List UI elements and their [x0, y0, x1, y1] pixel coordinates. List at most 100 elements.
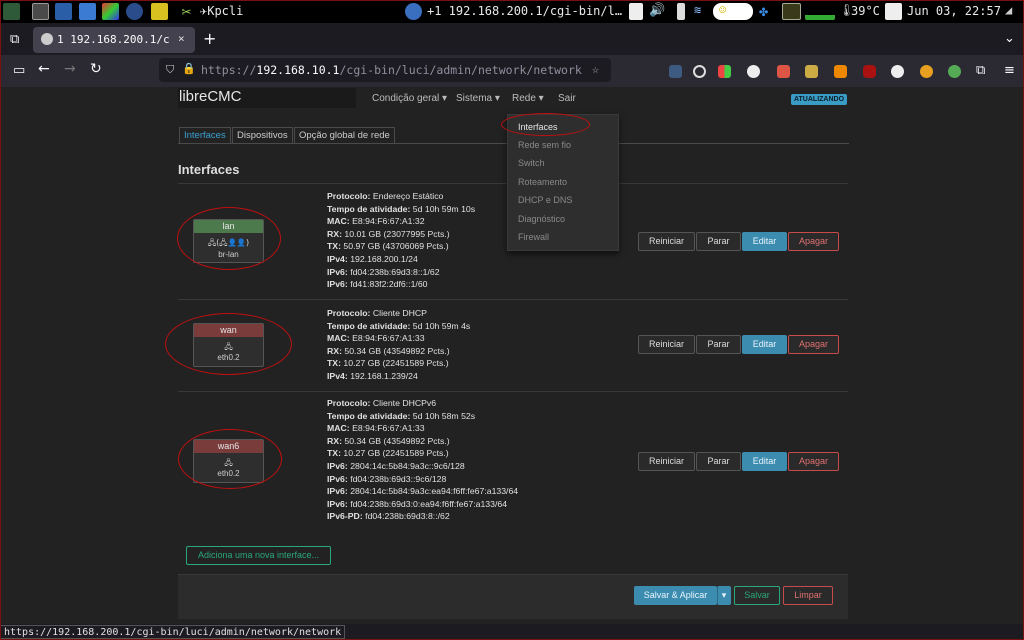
monitor-graph-icon[interactable] [782, 3, 801, 20]
app-menu-icon[interactable]: ≡ [1004, 64, 1015, 77]
brand-logo[interactable]: libreCMC [178, 88, 356, 108]
restart-button-lan[interactable]: Reiniciar [638, 232, 695, 251]
extension-7-icon[interactable] [920, 65, 933, 78]
smiley-icon[interactable]: ☺ [719, 3, 726, 17]
delete-button-wan6[interactable]: Apagar [788, 452, 839, 471]
tab-devices[interactable]: Dispositivos [232, 127, 293, 144]
interface-info-wan6: Protocolo: Cliente DHCPv6 Tempo de ativi… [327, 397, 518, 523]
favicon-icon [41, 33, 53, 45]
extensions-puzzle-icon[interactable]: ⧉ [976, 64, 985, 77]
ublock-icon[interactable] [863, 65, 876, 78]
annotation-circle [501, 113, 590, 136]
sidebar-toggle-icon[interactable]: ▭ [13, 64, 25, 77]
luci-page: libreCMC Condição geral ▾ Sistema ▾ Rede… [1, 87, 1023, 624]
active-window-title[interactable]: +1 192.168.200.1/cgi-bin/l… [427, 4, 622, 18]
save-button[interactable]: Salvar [734, 586, 780, 605]
app-label[interactable]: ✈Kpcli [200, 4, 243, 18]
menu-system[interactable]: Sistema ▾ [456, 93, 500, 104]
restart-button-wan6[interactable]: Reiniciar [638, 452, 695, 471]
url-text[interactable]: https://192.168.10.1/cgi-bin/luci/admin/… [201, 63, 582, 77]
save-apply-dropdown-button[interactable]: ▾ [717, 586, 731, 605]
color-app-icon[interactable] [102, 3, 119, 20]
new-tab-button[interactable]: + [203, 31, 216, 47]
home-icon[interactable] [32, 3, 49, 20]
tab-title: 1 192.168.200.1/cgi-b [57, 33, 169, 46]
delete-button-wan[interactable]: Apagar [788, 335, 839, 354]
info-ipv6: IPv6: fd04:238b:69d3:0:ea94:f6ff:fe67:a1… [327, 498, 508, 509]
url-prefix: https:// [201, 63, 257, 77]
reset-button[interactable]: Limpar [783, 586, 833, 605]
extension-8-icon[interactable] [948, 65, 961, 78]
parking-icon[interactable] [629, 3, 643, 20]
bookmark-star-icon[interactable]: ☆ [592, 62, 599, 76]
wifi-icon[interactable]: ≋ [694, 3, 701, 17]
network-app-icon[interactable] [79, 3, 96, 20]
info-tx: TX: 10.27 GB (22451589 Pcts.) [327, 358, 449, 369]
edit-button-wan[interactable]: Editar [742, 335, 787, 354]
forward-icon[interactable]: → [64, 62, 76, 76]
tab-global-options[interactable]: Opção global de rede [294, 127, 395, 144]
shield-icon[interactable]: ⛉ [166, 63, 174, 77]
info-ipv6: IPv6: 2804:14c:5b84:9a3c::9c6/128 [327, 460, 465, 471]
restart-button-wan[interactable]: Reiniciar [638, 335, 695, 354]
info-ipv6: IPv6: 2804:14c:5b84:9a3c:ea94:f6ff:fe67:… [327, 486, 519, 497]
temperature-readout: 39°C [851, 4, 880, 18]
menu-logout[interactable]: Sair [558, 93, 576, 104]
tab-overview-icon[interactable]: ⧉ [10, 33, 19, 46]
volume-icon[interactable]: 🔊 [649, 3, 665, 18]
close-tab-icon[interactable]: × [178, 32, 185, 45]
extension-2-icon[interactable] [718, 65, 731, 78]
edit-button-wan6[interactable]: Editar [742, 452, 787, 471]
menu-item-routing[interactable]: Roteamento [518, 177, 567, 187]
add-interface-button[interactable]: Adiciona uma nova interface... [186, 546, 331, 565]
address-bar[interactable]: ⛉ 🔒 https://192.168.10.1/cgi-bin/luci/ad… [159, 58, 611, 82]
workspace-icon[interactable] [3, 3, 20, 20]
compass-icon[interactable] [55, 3, 72, 20]
extension-6-icon[interactable] [891, 65, 904, 78]
menu-item-diagnostics[interactable]: Diagnóstico [518, 214, 565, 224]
info-ipv4: IPv4: 192.168.1.239/24 [327, 370, 418, 381]
menu-item-switch[interactable]: Switch [518, 158, 545, 168]
menu-item-dhcp-dns[interactable]: DHCP e DNS [518, 195, 572, 205]
people-icon[interactable] [126, 3, 143, 20]
info-mac: MAC: E8:94:F6:67:A1:33 [327, 333, 425, 344]
info-protocol: Protocolo: Cliente DHCPv6 [327, 398, 437, 408]
stop-button-wan[interactable]: Parar [696, 335, 741, 354]
usb-icon[interactable] [677, 3, 685, 20]
back-icon[interactable]: ← [38, 62, 50, 76]
tab-interfaces[interactable]: Interfaces [179, 127, 231, 144]
browser-nav-bar: ▭ ← → ↻ ⛉ 🔒 https://192.168.10.1/cgi-bin… [1, 55, 1023, 87]
delete-button-lan[interactable]: Apagar [788, 232, 839, 251]
clock[interactable]: Jun 03, 22:57 [907, 4, 1001, 18]
extension-5-icon[interactable] [834, 65, 847, 78]
lock-icon[interactable]: 🔒 [182, 62, 196, 75]
s-extension-icon[interactable] [747, 65, 760, 78]
tools-icon[interactable]: ✂ [178, 3, 195, 20]
extension-4-icon[interactable] [805, 65, 818, 78]
calendar-icon[interactable] [885, 3, 902, 20]
info-protocol: Protocolo: Cliente DHCP [327, 308, 427, 318]
save-apply-button[interactable]: Salvar & Aplicar [634, 586, 717, 605]
menu-item-wireless[interactable]: Rede sem fio [518, 140, 571, 150]
menu-network[interactable]: Rede ▾ [512, 93, 544, 104]
wifi-signal-icon[interactable]: ◢ [1005, 3, 1012, 17]
form-footer: Salvar & Aplicar ▾ Salvar Limpar [178, 574, 848, 619]
interface-info-lan: Protocolo: Endereço Estático Tempo de at… [327, 190, 475, 291]
extension-1-icon[interactable] [669, 65, 682, 78]
puzzle-icon[interactable]: ✤ [759, 2, 768, 20]
edit-button-lan[interactable]: Editar [742, 232, 787, 251]
info-mac: MAC: E8:94:F6:67:A1:33 [327, 423, 425, 434]
account-icon[interactable] [693, 65, 706, 78]
image-icon[interactable] [151, 3, 168, 20]
stop-button-wan6[interactable]: Parar [696, 452, 741, 471]
reload-icon[interactable]: ↻ [90, 62, 102, 76]
stop-button-lan[interactable]: Parar [696, 232, 741, 251]
extension-3-icon[interactable] [777, 65, 790, 78]
browser-tab[interactable]: 1 192.168.200.1/cgi-b × [33, 27, 195, 53]
url-host: 192.168.10.1 [256, 63, 340, 77]
cpu-graph-icon [805, 3, 835, 20]
page-title: Interfaces [178, 162, 240, 177]
menu-item-firewall[interactable]: Firewall [518, 232, 549, 242]
tab-list-chevron-icon[interactable]: ⌄ [1004, 32, 1015, 45]
menu-status[interactable]: Condição geral ▾ [372, 93, 447, 104]
